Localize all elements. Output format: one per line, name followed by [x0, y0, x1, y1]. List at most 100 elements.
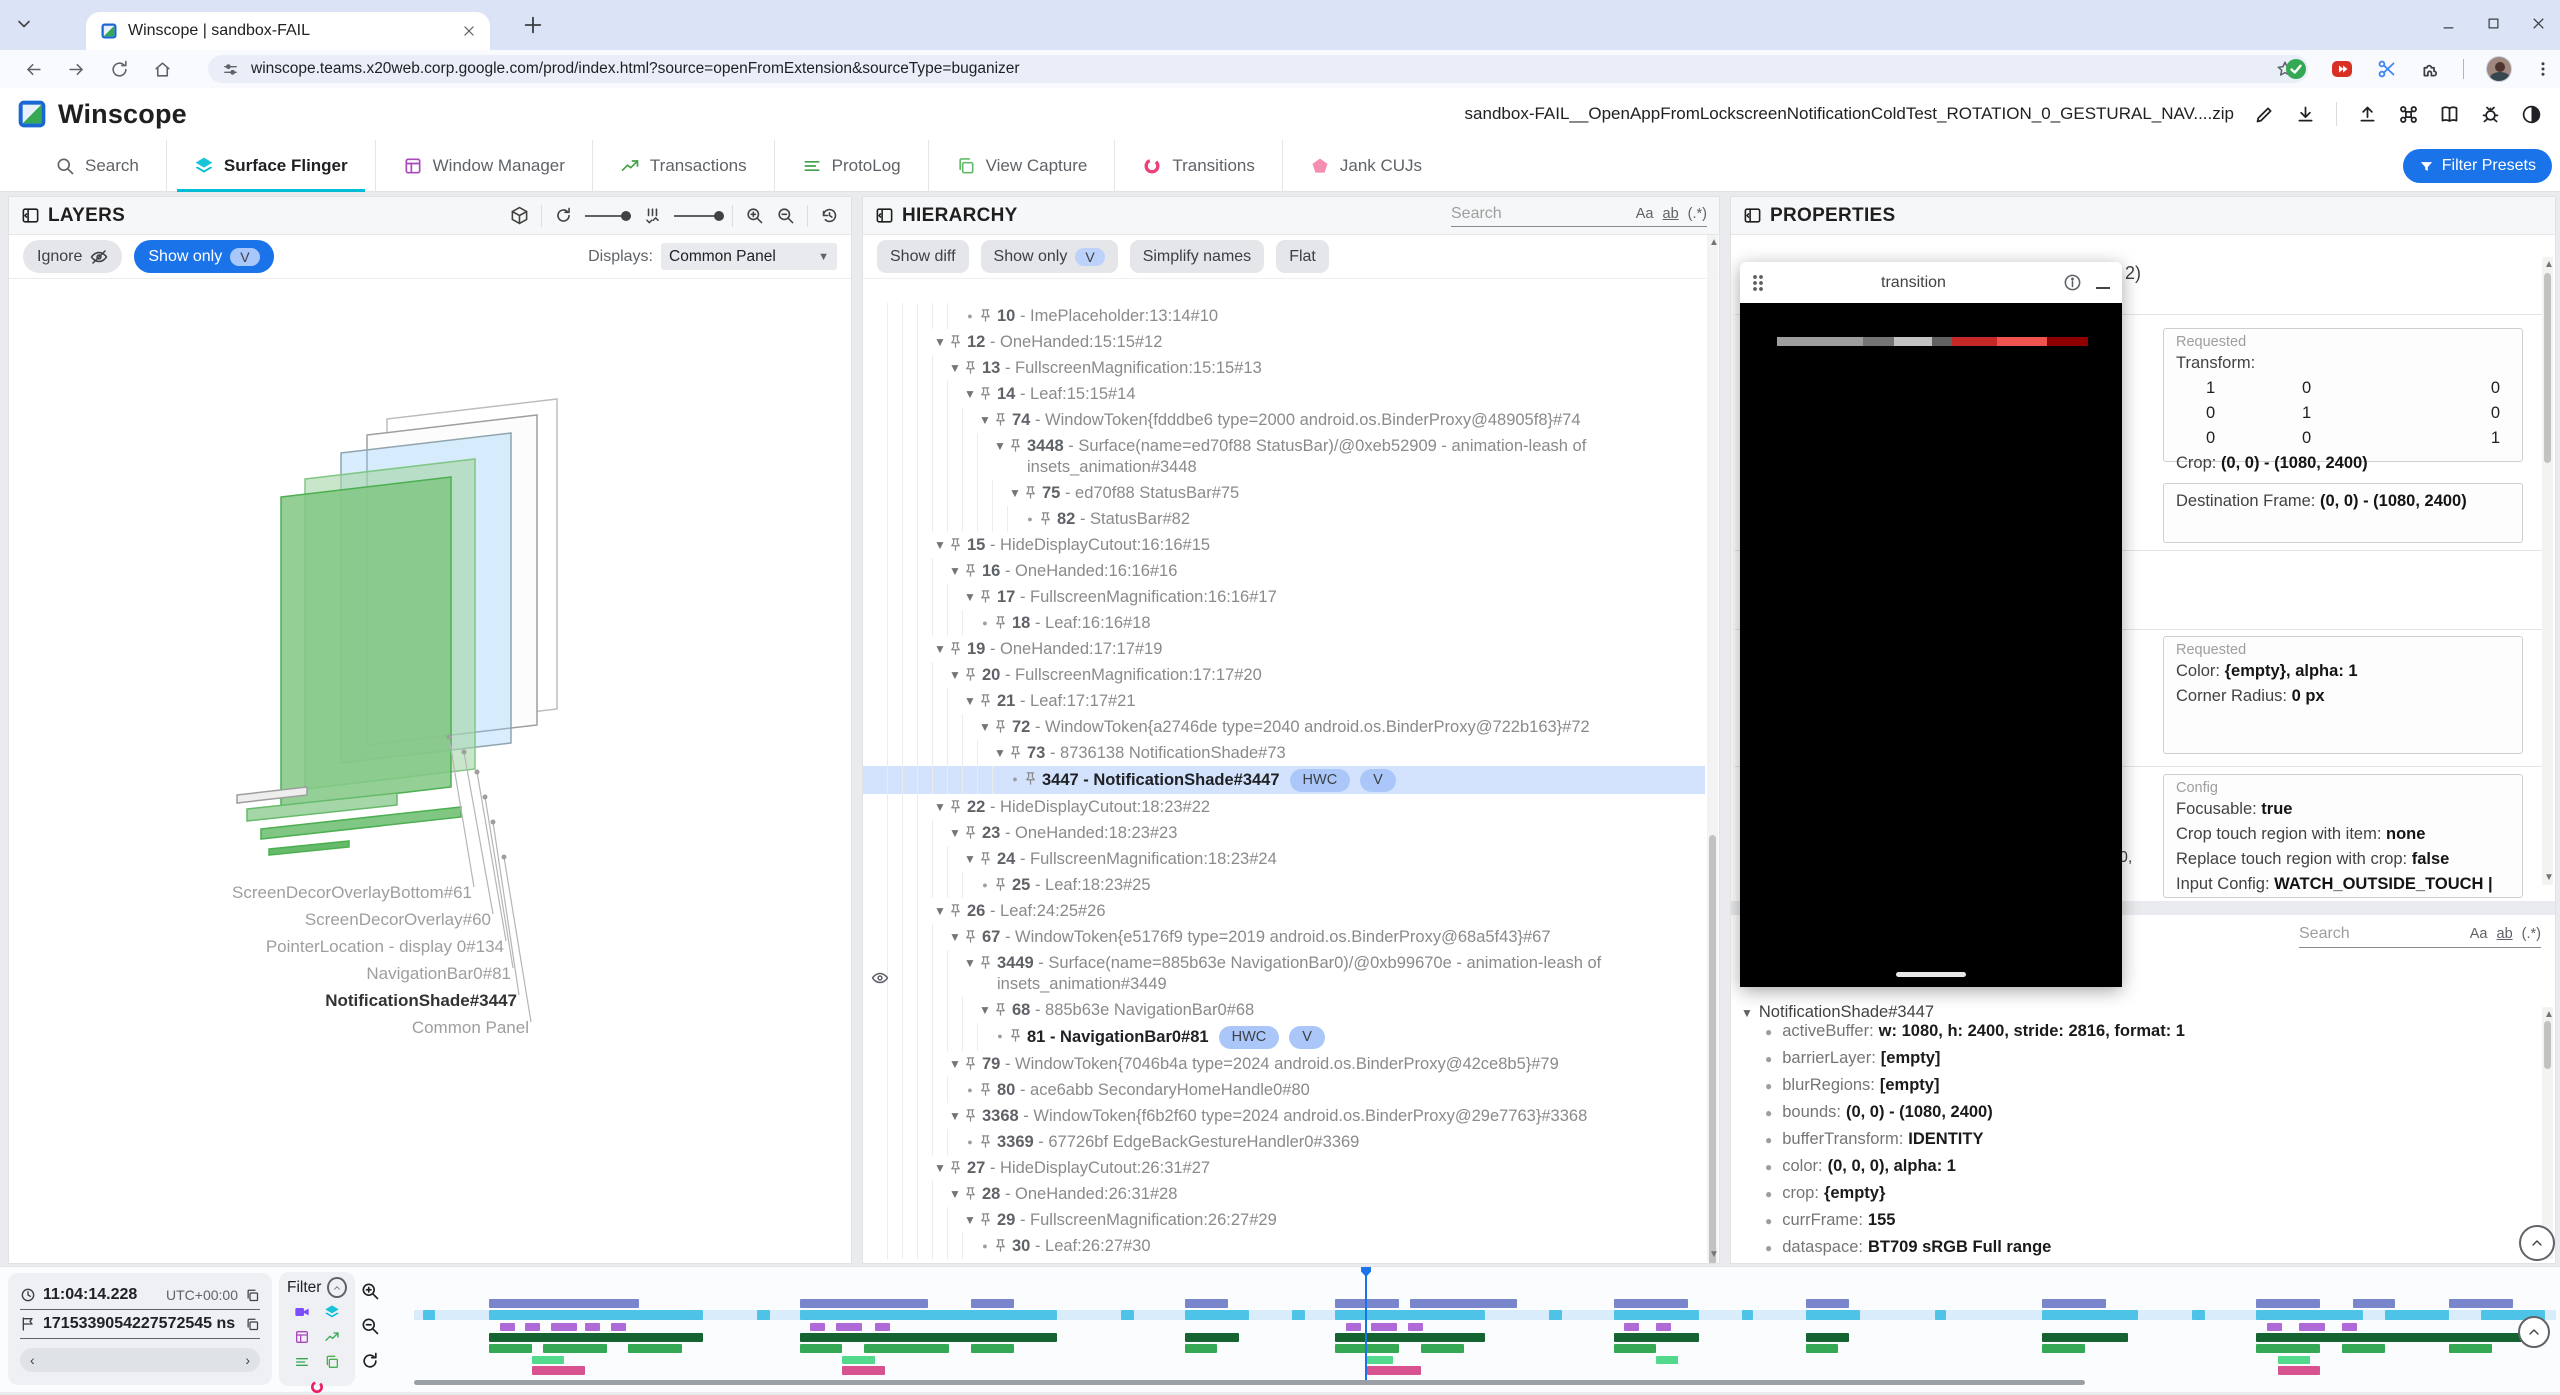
site-settings-icon[interactable] [222, 61, 239, 78]
trace-segment-protolog[interactable] [971, 1344, 1014, 1353]
expand-arrow-icon[interactable]: ▼ [977, 410, 993, 431]
trace-segment-screen-recording[interactable] [800, 1299, 929, 1308]
trace-segment-window-manager[interactable] [1656, 1323, 1671, 1331]
expand-arrow-icon[interactable]: ▼ [962, 691, 978, 712]
pin-icon[interactable] [978, 1134, 993, 1149]
expand-arrow-icon[interactable]: ▼ [962, 587, 978, 608]
trace-segment-protolog[interactable] [1806, 1344, 1838, 1353]
zoom-in-icon[interactable] [360, 1281, 380, 1301]
trace-segment-surface-flinger[interactable] [2192, 1310, 2205, 1320]
trace-segment-screen-recording[interactable] [1185, 1299, 1228, 1308]
trace-segment-protolog[interactable] [1421, 1344, 1464, 1353]
pin-icon[interactable] [978, 386, 993, 401]
tree-node-75[interactable]: ▼75 - ed70f88 StatusBar#75 [863, 480, 1705, 506]
expand-arrow-icon[interactable]: ▼ [932, 1158, 948, 1179]
tree-node-27[interactable]: ▼27 - HideDisplayCutout:26:31#27 [863, 1155, 1705, 1181]
filter-presets-button[interactable]: Filter Presets [2403, 149, 2552, 183]
edit-filename-icon[interactable] [2254, 104, 2275, 125]
tree-node-23[interactable]: ▼23 - OneHanded:18:23#23 [863, 820, 1705, 846]
trace-segment-window-manager[interactable] [551, 1323, 577, 1331]
tree-node-80[interactable]: ●80 - ace6abb SecondaryHomeHandle0#80 [863, 1077, 1705, 1103]
trace-segment-surface-flinger[interactable] [1292, 1310, 1305, 1320]
pin-icon[interactable] [963, 1056, 978, 1071]
pin-icon[interactable] [963, 563, 978, 578]
trace-segment-screen-recording[interactable] [1335, 1299, 1399, 1308]
pin-icon[interactable] [948, 799, 963, 814]
ignore-chip[interactable]: Ignore [23, 240, 122, 273]
pin-icon[interactable] [963, 1108, 978, 1123]
browser-menu-icon[interactable] [2534, 60, 2552, 78]
tree-node-68[interactable]: ▼68 - 885b63e NavigationBar0#68 [863, 997, 1705, 1023]
timeline-scrollbar-thumb[interactable] [414, 1380, 2085, 1385]
pin-icon[interactable] [948, 903, 963, 918]
trace-segment-surface-flinger[interactable] [2042, 1310, 2138, 1320]
trace-segment-surface-flinger[interactable] [1335, 1310, 1485, 1320]
match-case-toggle[interactable]: Aa [2470, 926, 2488, 942]
screen-recording-icon[interactable] [294, 1304, 310, 1320]
pin-icon[interactable] [978, 308, 993, 323]
trace-segment-transitions[interactable] [1367, 1366, 1421, 1375]
trace-segment-window-manager[interactable] [875, 1323, 890, 1331]
timestamp-value[interactable]: 11:04:14.228 [43, 1286, 159, 1304]
trace-segment-protolog[interactable] [2342, 1344, 2385, 1353]
trace-segment-surface-flinger[interactable] [800, 1310, 1057, 1320]
zoom-in-icon[interactable] [745, 206, 764, 225]
collapse-filter-button[interactable] [327, 1277, 347, 1298]
upload-trace-icon[interactable] [2357, 104, 2378, 125]
scissors-extension-icon[interactable] [2376, 58, 2398, 80]
trace-segment-surface-flinger[interactable] [1185, 1310, 1249, 1320]
tree-node-29[interactable]: ▼29 - FullscreenMagnification:26:27#29 [863, 1207, 1705, 1233]
omnibox[interactable]: winscope.teams.x20web.corp.google.com/pr… [208, 55, 2308, 83]
trace-segment-protolog[interactable] [2449, 1344, 2492, 1353]
pin-icon[interactable] [978, 955, 993, 970]
pin-icon[interactable] [993, 1238, 1008, 1253]
trace-segment-view-capture[interactable] [532, 1356, 564, 1364]
trace-segment-window-manager[interactable] [2267, 1323, 2282, 1331]
pin-icon[interactable] [978, 693, 993, 708]
tab-jank-cujs[interactable]: Jank CUJs [1282, 140, 1449, 192]
pin-icon[interactable] [993, 615, 1008, 630]
reload-icon[interactable] [110, 60, 129, 79]
pin-icon[interactable] [993, 719, 1008, 734]
timeline-canvas[interactable] [414, 1267, 2556, 1393]
scroll-left-icon[interactable]: ‹ [30, 1352, 35, 1368]
tab-transactions[interactable]: Transactions [592, 140, 774, 192]
new-tab-button[interactable] [522, 14, 544, 36]
trace-segment-surface-flinger[interactable] [1742, 1310, 1753, 1320]
expand-arrow-icon[interactable]: ▼ [992, 436, 1008, 457]
expand-arrow-icon[interactable]: ▼ [947, 1184, 963, 1205]
tree-node-21[interactable]: ▼21 - Leaf:17:17#21 [863, 688, 1705, 714]
tree-node-22[interactable]: ▼22 - HideDisplayCutout:18:23#22 [863, 794, 1705, 820]
tree-node-28[interactable]: ▼28 - OneHanded:26:31#28 [863, 1181, 1705, 1207]
expand-arrow-icon[interactable]: ▼ [962, 849, 978, 870]
tree-node-18[interactable]: ●18 - Leaf:16:16#18 [863, 610, 1705, 636]
property-tree-root[interactable]: ▼ NotificationShade#3447 [1741, 1003, 2539, 1022]
expand-arrow-icon[interactable]: ▼ [947, 358, 963, 379]
browser-tab[interactable]: Winscope | sandbox-FAIL [86, 12, 490, 50]
expand-arrow-icon[interactable]: ▼ [947, 927, 963, 948]
trace-segment-screen-recording[interactable] [1410, 1299, 1517, 1308]
trace-segment-transitions[interactable] [842, 1366, 885, 1375]
trace-segment-view-capture[interactable] [842, 1356, 874, 1364]
surface-flinger-icon[interactable] [324, 1304, 340, 1320]
trace-segment-surface-flinger[interactable] [2256, 1310, 2363, 1320]
pin-icon[interactable] [978, 1212, 993, 1227]
expand-arrow-icon[interactable]: ▼ [947, 1106, 963, 1127]
trace-segment-window-manager[interactable] [585, 1323, 600, 1331]
trace-segment-window-manager[interactable] [1624, 1323, 1639, 1331]
trace-segment-window-manager[interactable] [611, 1323, 626, 1331]
pin-icon[interactable] [978, 589, 993, 604]
pin-icon[interactable] [948, 641, 963, 656]
pin-icon[interactable] [1008, 1028, 1023, 1043]
tree-node-72[interactable]: ▼72 - WindowToken{a2746de type=2040 andr… [863, 714, 1705, 740]
tree-node-67[interactable]: ▼67 - WindowToken{e5176f9 type=2019 andr… [863, 924, 1705, 950]
trace-segment-protolog[interactable] [1335, 1344, 1399, 1353]
pin-icon[interactable] [963, 929, 978, 944]
tree-node-12[interactable]: ▼12 - OneHanded:15:15#12 [863, 329, 1705, 355]
tree-node-16[interactable]: ▼16 - OneHanded:16:16#16 [863, 558, 1705, 584]
layer-label-navigationbar0-81[interactable]: NavigationBar0#81 [366, 964, 511, 984]
regex-toggle[interactable]: (.*) [2522, 926, 2541, 942]
expand-arrow-icon[interactable]: ▼ [932, 535, 948, 556]
minimize-icon[interactable] [2441, 16, 2456, 31]
expand-arrow-icon[interactable]: ▼ [932, 901, 948, 922]
